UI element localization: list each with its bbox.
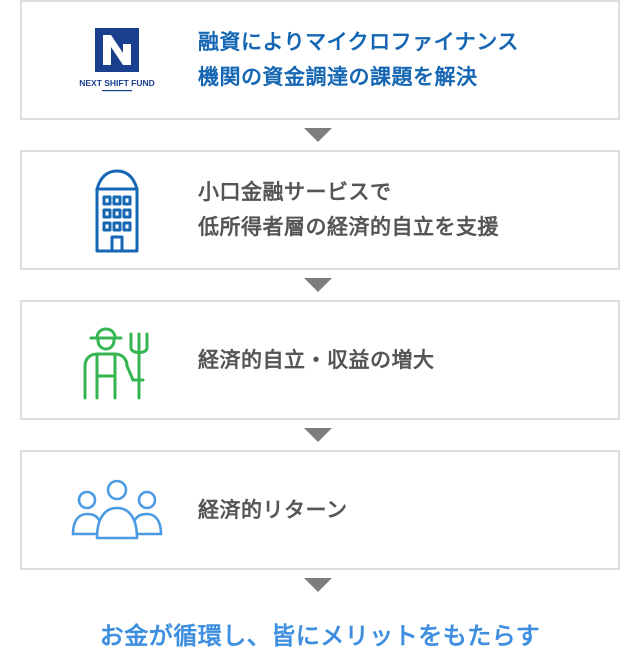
building-icon [42, 152, 192, 268]
step-text-microfinance: 小口金融サービスで 低所得者層の経済的自立を支援 [198, 152, 608, 268]
farmer-pitchfork-icon [42, 302, 192, 418]
step-box-microfinance: 小口金融サービスで 低所得者層の経済的自立を支援 [20, 150, 620, 270]
logo-text: NEXT SHIFT FUND [79, 78, 155, 88]
step-line: 融資によりマイクロファイナンス [198, 30, 519, 54]
step-line: 経済的リターン [198, 497, 348, 522]
down-arrow-icon [304, 428, 332, 442]
conclusion-text: お金が循環し、皆にメリットをもたらす [99, 622, 541, 650]
down-arrow-icon [304, 128, 332, 142]
step-text-financing: 融資によりマイクロファイナンス 機関の資金調達の課題を解決 [198, 2, 608, 118]
logo-mark-icon: NEXT SHIFT FUND [79, 28, 155, 92]
down-arrow-icon [304, 578, 332, 592]
step-box-financing: NEXT SHIFT FUND 融資によりマイクロファイナンス 機関の資金調達の… [20, 0, 620, 120]
down-arrow-icon [304, 278, 332, 292]
people-group-icon [42, 452, 192, 568]
step-text-self-reliance: 経済的自立・収益の増大 [198, 302, 608, 418]
step-text-return: 経済的リターン [198, 452, 608, 568]
step-box-return: 経済的リターン [20, 450, 620, 570]
step-line: 小口金融サービスで [198, 180, 392, 204]
next-shift-fund-logo: NEXT SHIFT FUND [42, 2, 192, 118]
step-line: 低所得者層の経済的自立を支援 [198, 215, 499, 239]
step-line: 機関の資金調達の課題を解決 [198, 65, 478, 89]
step-line: 経済的自立・収益の増大 [198, 347, 435, 372]
step-box-self-reliance: 経済的自立・収益の増大 [20, 300, 620, 420]
